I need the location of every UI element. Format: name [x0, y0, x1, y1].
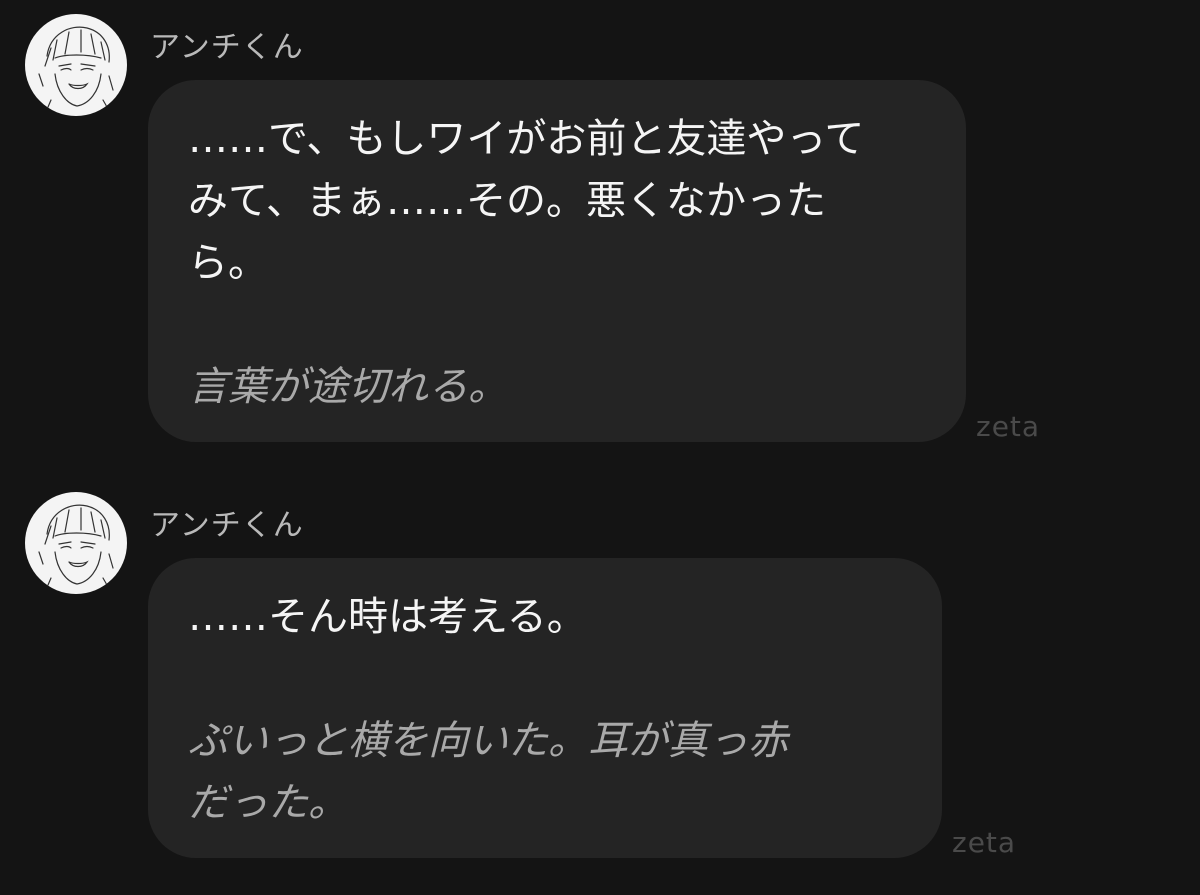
dialogue-line: みて、まぁ……その。悪くなかった [188, 178, 826, 224]
message-bubble: ……で、もしワイがお前と友達やって みて、まぁ……その。悪くなかった ら。 言葉… [148, 80, 966, 442]
dialogue-line: ……で、もしワイがお前と友達やって [188, 116, 865, 162]
avatar-sketch-icon [38, 504, 114, 593]
narration-line: 言葉が途切れる。 [188, 364, 508, 410]
sender-name: アンチくん [150, 508, 304, 543]
sender-name: アンチくん [150, 30, 304, 65]
avatar[interactable] [25, 14, 127, 116]
dialogue-line: ら。 [188, 240, 268, 286]
narration-line: だった。 [188, 780, 348, 826]
dialogue-line: ……そん時は考える。 [188, 594, 587, 640]
avatar-sketch-icon [38, 26, 114, 115]
narration-line: ぷいっと横を向いた。耳が真っ赤 [188, 718, 788, 764]
watermark: zeta [976, 410, 1041, 443]
avatar[interactable] [25, 492, 127, 594]
message-bubble: ……そん時は考える。 ぷいっと横を向いた。耳が真っ赤 だった。 [148, 558, 942, 858]
watermark: zeta [952, 826, 1017, 859]
